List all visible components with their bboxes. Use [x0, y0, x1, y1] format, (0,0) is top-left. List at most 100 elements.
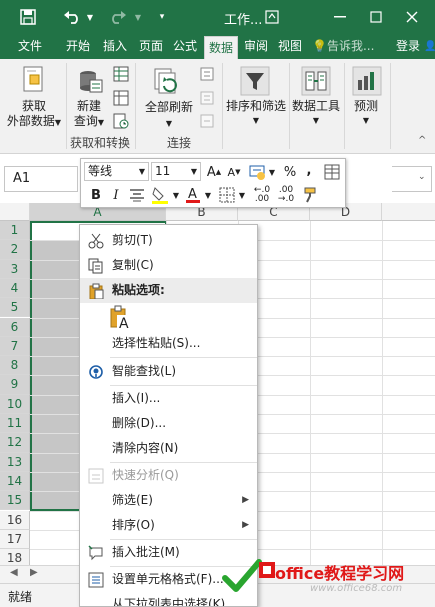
- new-query-label[interactable]: 新建 查询▼: [70, 99, 108, 130]
- sheet-nav-prev-icon[interactable]: ◀: [10, 567, 18, 578]
- italic-button[interactable]: I: [107, 185, 125, 205]
- undo-icon[interactable]: [60, 7, 84, 27]
- data-tools-icon[interactable]: [301, 66, 331, 96]
- tab-tell-me[interactable]: 💡告诉我...: [312, 34, 388, 59]
- select-all-corner[interactable]: [0, 203, 30, 221]
- font-name-select[interactable]: 等线 ▼: [84, 162, 149, 181]
- tab-view[interactable]: 视图: [274, 34, 306, 59]
- tab-home[interactable]: 开始: [62, 34, 94, 59]
- menu-item-delete[interactable]: 删除(D)...: [80, 411, 257, 436]
- row-header-1[interactable]: 1: [0, 221, 30, 241]
- fill-color-icon[interactable]: [149, 185, 171, 205]
- sheet-nav-next-icon[interactable]: ▶: [30, 567, 38, 578]
- data-tools-dropdown-icon[interactable]: ▼: [289, 113, 343, 128]
- data-tools-label[interactable]: 数据工具: [289, 99, 343, 114]
- get-external-data-icon[interactable]: [22, 66, 46, 94]
- format-painter-table-icon[interactable]: [323, 162, 341, 182]
- tab-formulas[interactable]: 公式: [169, 34, 201, 59]
- percent-style-button[interactable]: %: [281, 162, 299, 182]
- new-query-icon[interactable]: [76, 66, 104, 96]
- row-header-17[interactable]: 17: [0, 529, 30, 550]
- row-header-16[interactable]: 16: [0, 510, 30, 530]
- accounting-format-icon[interactable]: [247, 162, 269, 182]
- font-color-icon[interactable]: A: [183, 185, 203, 205]
- menu-item-quick-analysis[interactable]: 快速分析(Q): [80, 463, 257, 488]
- get-external-data-label[interactable]: 获取 外部数据▼: [2, 99, 66, 130]
- sort-filter-dropdown-icon[interactable]: ▼: [223, 113, 289, 128]
- menu-item-smart-lookup[interactable]: 智能查找(L): [80, 359, 257, 384]
- row-header-4[interactable]: 4: [0, 278, 30, 299]
- tab-sign-in[interactable]: 登录: [392, 34, 424, 59]
- borders-icon[interactable]: [217, 185, 237, 205]
- recent-sources-icon[interactable]: [113, 113, 129, 129]
- row-header-5[interactable]: 5: [0, 298, 30, 318]
- forecast-dropdown-icon[interactable]: ▼: [346, 113, 386, 128]
- menu-item-clear-contents[interactable]: 清除内容(N): [80, 436, 257, 461]
- forecast-label[interactable]: 预测: [346, 99, 386, 114]
- row-header-10[interactable]: 10: [0, 394, 30, 414]
- paste-option-keep-icon[interactable]: A: [110, 305, 134, 332]
- menu-item-filter[interactable]: 筛选(E) ▶: [80, 488, 257, 513]
- edit-links-icon[interactable]: [199, 113, 215, 129]
- row-header-9[interactable]: 9: [0, 375, 30, 395]
- sort-filter-label[interactable]: 排序和筛选: [223, 99, 289, 114]
- row-header-13[interactable]: 13: [0, 452, 30, 472]
- tab-data[interactable]: 数据: [204, 36, 238, 59]
- minimize-icon[interactable]: [330, 7, 350, 27]
- increase-font-icon[interactable]: A ▲: [205, 162, 223, 182]
- ribbon-display-options-icon[interactable]: [262, 7, 282, 27]
- chevron-down-icon[interactable]: ▼: [171, 185, 181, 205]
- row-header-14[interactable]: 14: [0, 471, 30, 492]
- menu-item-cut[interactable]: 剪切(T): [80, 228, 257, 253]
- row-header-7[interactable]: 7: [0, 336, 30, 357]
- decrease-font-icon[interactable]: A ▼: [225, 162, 243, 182]
- align-center-icon[interactable]: [127, 185, 147, 205]
- menu-item-paste-special[interactable]: 选择性粘贴(S)...: [80, 331, 257, 356]
- tab-insert[interactable]: 插入: [99, 34, 131, 59]
- restore-icon[interactable]: [366, 7, 386, 27]
- tab-page-layout[interactable]: 页面: [134, 34, 168, 59]
- row-header-12[interactable]: 12: [0, 433, 30, 453]
- close-icon[interactable]: [402, 7, 422, 27]
- share-icon[interactable]: 👤: [424, 34, 435, 59]
- show-queries-icon[interactable]: [113, 66, 129, 82]
- font-size-select[interactable]: 11 ▼: [151, 162, 201, 181]
- column-header-e[interactable]: [382, 203, 435, 221]
- customize-qat-icon[interactable]: ▾: [155, 7, 169, 27]
- row-header-15[interactable]: 15: [0, 491, 30, 511]
- tab-review[interactable]: 审阅: [240, 34, 272, 59]
- chevron-down-icon[interactable]: ▼: [203, 185, 213, 205]
- row-header-8[interactable]: 8: [0, 356, 30, 376]
- redo-icon[interactable]: [106, 7, 130, 27]
- menu-item-sort[interactable]: 排序(O) ▶: [80, 513, 257, 538]
- refresh-all-icon[interactable]: [153, 67, 181, 97]
- undo-dropdown-icon[interactable]: ▼: [84, 7, 96, 27]
- redo-dropdown-icon[interactable]: ▼: [132, 7, 144, 27]
- collapse-ribbon-icon[interactable]: ^: [418, 135, 426, 146]
- formula-bar[interactable]: [392, 166, 432, 192]
- menu-item-insert[interactable]: 插入(I)...: [80, 386, 257, 411]
- sort-filter-icon[interactable]: [240, 66, 270, 96]
- chevron-down-icon[interactable]: ▼: [237, 185, 247, 205]
- properties-icon[interactable]: [199, 90, 215, 106]
- tab-file[interactable]: 文件: [8, 34, 52, 59]
- menu-item-pick-from-list[interactable]: 从下拉列表中选择(K)...: [80, 592, 257, 606]
- forecast-icon[interactable]: [352, 66, 382, 96]
- comma-style-button[interactable]: ,: [301, 160, 317, 180]
- refresh-all-label[interactable]: 全部刷新 ▼: [141, 100, 197, 131]
- chevron-down-icon[interactable]: ▼: [267, 162, 277, 182]
- from-table-icon[interactable]: [113, 90, 129, 106]
- row-header-3[interactable]: 3: [0, 259, 30, 279]
- format-painter-icon[interactable]: [301, 185, 321, 205]
- decrease-decimal-icon[interactable]: .00 →.0: [275, 185, 297, 205]
- formula-expand-icon[interactable]: ⌄: [418, 172, 426, 182]
- name-box[interactable]: A1: [4, 166, 78, 192]
- menu-item-copy[interactable]: 复制(C): [80, 253, 257, 278]
- row-header-11[interactable]: 11: [0, 414, 30, 434]
- row-header-6[interactable]: 6: [0, 317, 30, 337]
- connections-icon[interactable]: [199, 66, 215, 82]
- save-icon[interactable]: [18, 7, 38, 27]
- increase-decimal-icon[interactable]: ←.0.00: [251, 185, 273, 205]
- bold-button[interactable]: B: [87, 185, 105, 205]
- row-header-2[interactable]: 2: [0, 240, 30, 260]
